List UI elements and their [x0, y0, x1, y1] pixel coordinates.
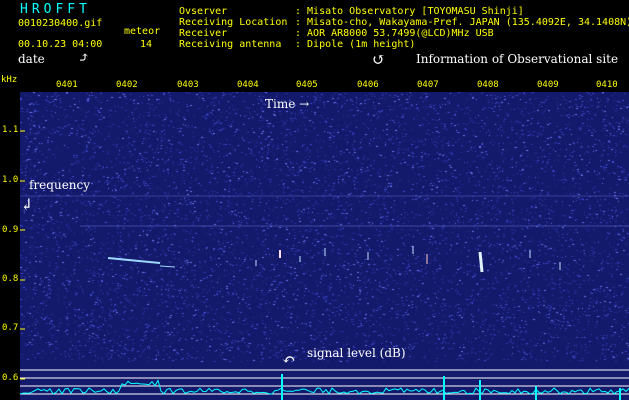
- y-axis-unit: kHz: [1, 75, 18, 85]
- header-panel: HROFFT 0010230400.gif 00.10.23 04:00 met…: [0, 0, 629, 76]
- signal-level-annotation: signal level (dB): [307, 346, 406, 360]
- file-name: 0010230400.gif: [18, 18, 103, 29]
- frequency-annotation: frequency: [29, 178, 91, 192]
- time-annotation: Time →: [265, 97, 310, 111]
- y-tick-label: 0.6: [2, 373, 19, 383]
- date-annotation: date: [18, 52, 45, 66]
- curved-arrow-icon: ↶: [282, 350, 296, 369]
- x-tick-label: 0409: [537, 80, 559, 90]
- meteor-echo: [478, 251, 484, 273]
- meteor-echo: [107, 257, 161, 264]
- app-title: HROFFT: [20, 2, 91, 17]
- y-axis-tickmarks: [20, 130, 25, 380]
- x-tick-label: 0410: [596, 80, 618, 90]
- y-tick-label: 0.7: [2, 323, 19, 333]
- capture-datetime: 00.10.23 04:00: [18, 39, 103, 50]
- x-tick-label: 0402: [116, 80, 138, 90]
- x-tick-label: 0403: [177, 80, 199, 90]
- x-tick-label: 0404: [237, 80, 259, 90]
- meteor-count-label: meteor: [124, 26, 161, 37]
- x-tick-label: 0401: [56, 80, 78, 90]
- station-info-values: : Misato Observatory [TOYOMASU Shinji] :…: [295, 6, 629, 50]
- station-info-labels: Ovserver Receiving Location Receiver Rec…: [179, 6, 288, 50]
- curved-arrow-icon: ↺: [372, 50, 386, 69]
- meteor-echo: [159, 265, 176, 268]
- y-tick-label: 0.8: [2, 274, 19, 284]
- y-tick-label: 1.1: [2, 125, 19, 135]
- meteor-count-value: 14: [140, 39, 153, 50]
- signal-level-trace: [20, 379, 629, 395]
- observational-site-annotation: Information of Observational site: [416, 52, 619, 66]
- x-tick-label: 0405: [296, 80, 318, 90]
- meteor-echoes: [20, 195, 629, 273]
- curved-arrow-icon: ↲: [20, 195, 34, 214]
- curved-arrow-icon: ⤴: [78, 50, 90, 66]
- x-tick-label: 0407: [417, 80, 439, 90]
- x-tick-label: 0408: [477, 80, 499, 90]
- x-tick-label: 0406: [357, 80, 379, 90]
- y-tick-label: 1.0: [2, 175, 19, 185]
- y-tick-label: 0.9: [2, 225, 19, 235]
